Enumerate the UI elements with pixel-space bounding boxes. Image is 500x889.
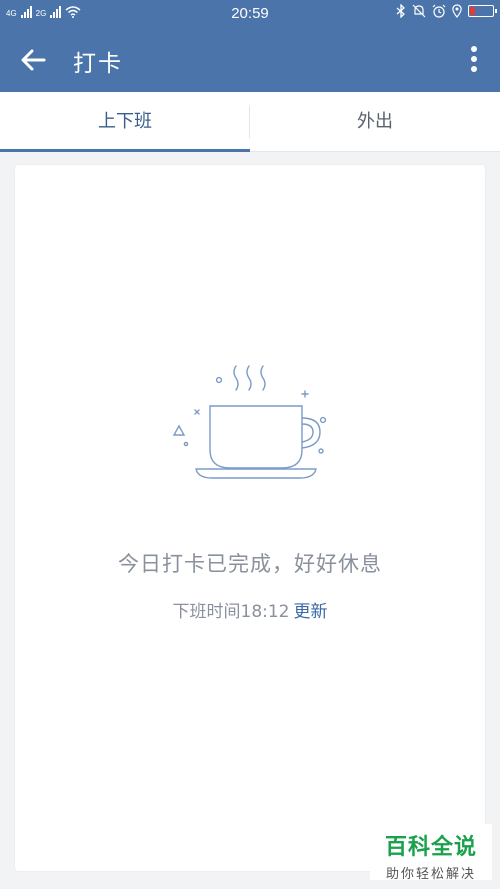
status-bar: 4G 2G 20:59 [0,0,500,28]
more-options-icon[interactable] [468,44,480,76]
completion-message: 今日打卡已完成，好好休息 [118,552,382,576]
battery-icon [468,5,497,17]
bluetooth-icon [396,4,405,18]
tab-commute[interactable]: 上下班 [0,92,250,152]
page-title: 打卡 [73,51,123,77]
tab-outing[interactable]: 外出 [250,92,500,152]
update-link[interactable]: 更新 [294,602,328,622]
clock-out-info: 下班时间18:12 更新 [15,597,485,622]
watermark-subtitle: 助你轻松解决 [385,867,476,882]
clock-in-card: 今日打卡已完成，好好休息 下班时间18:12 更新 [15,165,485,871]
watermark-title: 百科全说 [384,835,477,860]
tab-bar: 上下班 外出 [0,92,500,152]
status-icons [396,4,497,18]
back-arrow-icon[interactable] [18,44,50,76]
alarm-icon [432,4,446,18]
location-icon [452,4,462,18]
active-tab-indicator [0,149,250,152]
mute-icon [412,4,426,18]
clock-out-time: 下班时间18:12 [172,602,290,622]
watermark-logo: 百科全说 助你轻松解决 [370,824,492,882]
app-bar: 打卡 [0,28,500,92]
coffee-cup-icon [172,365,327,479]
